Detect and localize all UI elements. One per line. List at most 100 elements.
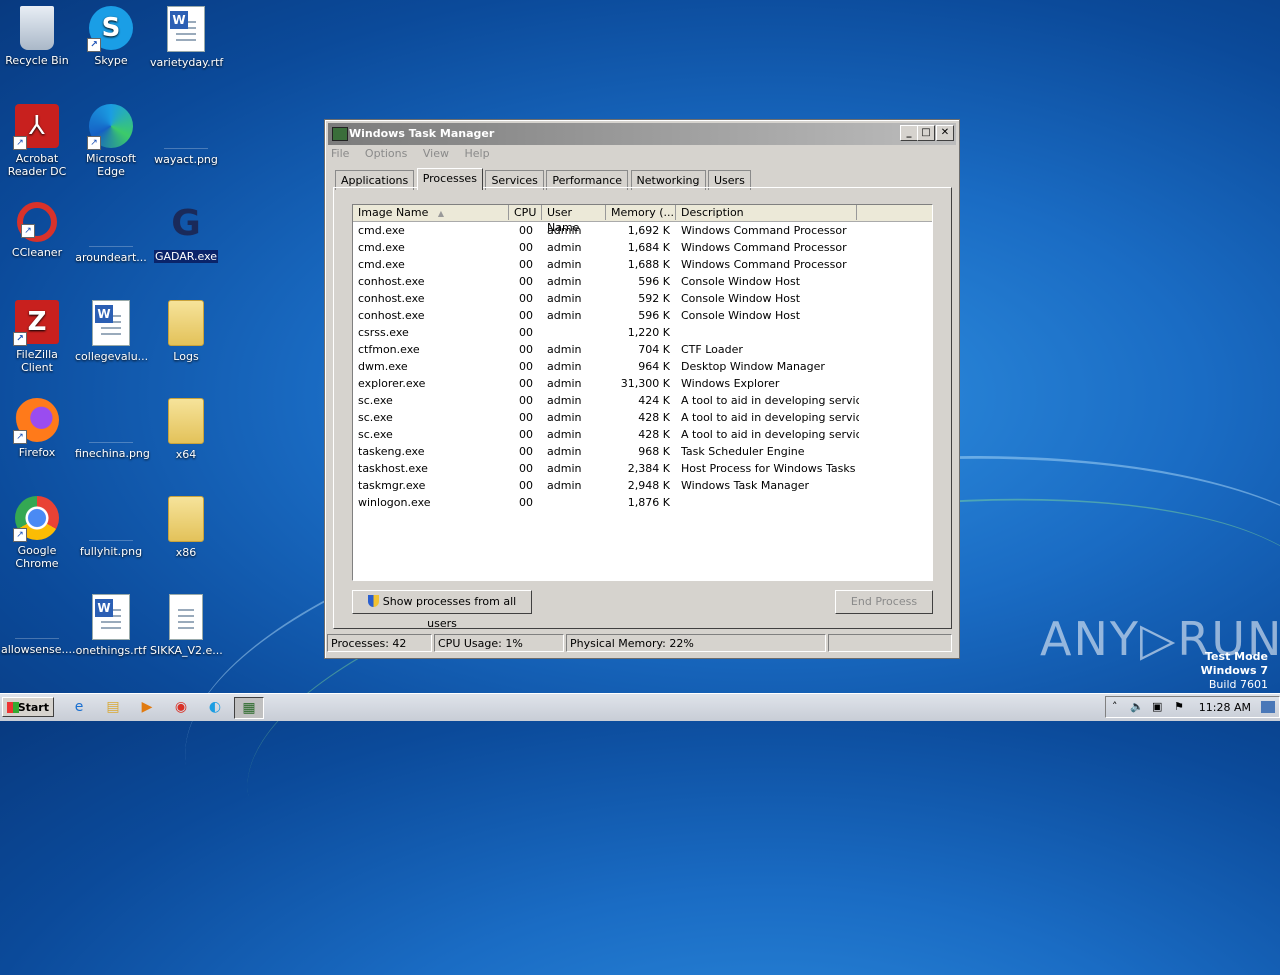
action-center-flag-icon[interactable]: ⚑ (1174, 700, 1184, 713)
cell-cpu: 00 (519, 360, 533, 373)
desktop-icon-aroundeart[interactable]: aroundeart... (74, 202, 148, 264)
table-row[interactable]: cmd.exe 00 admin 1,684 K Windows Command Pro… (353, 239, 932, 256)
ie-icon[interactable]: e (68, 697, 90, 717)
show-hidden-icons[interactable]: ˄ (1112, 700, 1118, 713)
show-desktop-icon[interactable] (1261, 701, 1275, 713)
skype-icon: S ↗ (87, 6, 133, 52)
list-header: Image Name ▲ CPU User Name Memory (... D… (353, 205, 932, 234)
cell-user: admin (547, 224, 582, 237)
cell-user: admin (547, 479, 582, 492)
desktop-icon-sikka[interactable]: SIKKA_V2.e... (149, 594, 223, 657)
cell-cpu: 00 (519, 428, 533, 441)
cell-cpu: 00 (519, 377, 533, 390)
media-player-icon[interactable]: ▶ (136, 697, 158, 717)
process-list[interactable]: Image Name ▲ CPU User Name Memory (... D… (352, 204, 933, 581)
explorer-icon[interactable]: ▤ (102, 697, 124, 717)
recycle-bin-icon (20, 6, 54, 50)
table-row[interactable]: cmd.exe 00 admin 1,688 K Windows Command Pro… (353, 256, 932, 273)
menu-options[interactable]: Options (365, 147, 407, 160)
desktop-icon-fullyhit[interactable]: fullyhit.png (74, 496, 148, 558)
table-row[interactable]: dwm.exe 00 admin 964 K Desktop Window Manage… (353, 358, 932, 375)
end-process-button[interactable]: End Process (835, 590, 933, 614)
cell-name: cmd.exe (358, 241, 405, 254)
windows-logo-icon (7, 702, 19, 713)
title-bar[interactable]: Windows Task Manager _ □ ✕ (328, 123, 956, 145)
edge-taskbar-icon[interactable]: ◐ (204, 697, 226, 717)
table-row[interactable]: taskeng.exe 00 admin 968 K Task Scheduler En… (353, 443, 932, 460)
column-cpu[interactable]: CPU (509, 205, 542, 220)
desktop-icon-skype[interactable]: S ↗ Skype (74, 6, 148, 67)
task-manager-taskbar-icon[interactable]: ▦ (234, 697, 264, 719)
desktop-icon-onethings[interactable]: W onethings.rtf (74, 594, 148, 657)
table-row[interactable]: ctfmon.exe 00 admin 704 K CTF Loader (353, 341, 932, 358)
table-row[interactable]: sc.exe 00 admin 424 K A tool to aid in devel… (353, 392, 932, 409)
desktop-icon-collegevalu[interactable]: W collegevalu... (74, 300, 148, 363)
cell-name: sc.exe (358, 428, 393, 441)
start-button[interactable]: Start (2, 697, 54, 717)
desktop-icon-logs[interactable]: Logs (149, 300, 223, 363)
table-row[interactable]: taskmgr.exe 00 admin 2,948 K Windows Task Ma… (353, 477, 932, 494)
table-row[interactable]: conhost.exe 00 admin 596 K Console Window Ho… (353, 307, 932, 324)
table-row[interactable]: taskhost.exe 00 admin 2,384 K Host Process f… (353, 460, 932, 477)
desktop-icon-acrobat[interactable]: ⅄ ↗ Acrobat Reader DC (0, 104, 74, 178)
desktop-icon-x86[interactable]: x86 (149, 496, 223, 559)
table-row[interactable]: conhost.exe 00 admin 592 K Console Window Ho… (353, 290, 932, 307)
minimize-button[interactable]: _ (900, 125, 918, 141)
cell-desc: Desktop Window Manager (681, 360, 825, 373)
clock[interactable]: 11:28 AM (1199, 701, 1251, 714)
cell-desc: Console Window Host (681, 275, 801, 288)
table-row[interactable]: cmd.exe 00 admin 1,692 K Windows Command Pro… (353, 222, 932, 239)
table-row[interactable]: sc.exe 00 admin 428 K A tool to aid in devel… (353, 409, 932, 426)
desktop-icon-gadar[interactable]: G GADAR.exe (149, 202, 223, 263)
network-icon[interactable]: ▣ (1152, 700, 1162, 713)
desktop-icon-edge[interactable]: ↗ Microsoft Edge (74, 104, 148, 178)
cell-user: admin (547, 428, 582, 441)
menu-file[interactable]: File (331, 147, 349, 160)
desktop-icon-filezilla[interactable]: Z ↗ FileZilla Client (0, 300, 74, 374)
table-row[interactable]: csrss.exe 00 1,220 K (353, 324, 932, 341)
column-description[interactable]: Description (676, 205, 857, 220)
chrome-taskbar-icon[interactable]: ◉ (170, 697, 192, 717)
cell-desc: A tool to aid in developing servic... (681, 411, 859, 424)
table-row[interactable]: conhost.exe 00 admin 596 K Console Window Ho… (353, 273, 932, 290)
cell-name: sc.exe (358, 394, 393, 407)
task-manager-window: Windows Task Manager _ □ ✕ File Options … (324, 119, 960, 659)
desktop-icon-ccleaner[interactable]: ↗ CCleaner (0, 202, 74, 259)
desktop-icon-allowsense[interactable]: allowsense.... (0, 594, 76, 656)
file-icon (169, 594, 203, 640)
show-all-users-button[interactable]: Show processes from all users (352, 590, 532, 630)
taskbar: Start e ▤ ▶ ◉ ◐ ▦ ˄ 🔈 ▣ ⚑ 11:28 AM (0, 693, 1280, 721)
word-document-icon: W (167, 6, 205, 52)
table-row[interactable]: sc.exe 00 admin 428 K A tool to aid in devel… (353, 426, 932, 443)
desktop-icon-recycle-bin[interactable]: Recycle Bin (0, 6, 74, 67)
menu-help[interactable]: Help (464, 147, 489, 160)
cell-mem: 424 K (638, 394, 670, 407)
close-button[interactable]: ✕ (936, 125, 954, 141)
cell-desc: Windows Task Manager (681, 479, 810, 492)
image-file-icon (89, 202, 133, 247)
column-memory[interactable]: Memory (... (606, 205, 676, 220)
cell-desc: CTF Loader (681, 343, 743, 356)
menu-view[interactable]: View (423, 147, 449, 160)
desktop-icon-wayact[interactable]: wayact.png (149, 104, 223, 166)
desktop-icon-varietyday[interactable]: W varietyday.rtf (149, 6, 223, 69)
table-row[interactable]: explorer.exe 00 admin 31,300 K Windows Explo… (353, 375, 932, 392)
desktop-icon-x64[interactable]: x64 (149, 398, 223, 461)
desktop-icon-firefox[interactable]: ↗ Firefox (0, 398, 74, 459)
edge-icon: ↗ (87, 104, 133, 150)
desktop-icon-chrome[interactable]: ↗ Google Chrome (0, 496, 74, 570)
column-image-name[interactable]: Image Name ▲ (353, 205, 509, 220)
cell-mem: 592 K (638, 292, 670, 305)
sort-ascending-icon: ▲ (437, 209, 445, 218)
maximize-button[interactable]: □ (917, 125, 935, 141)
cell-name: sc.exe (358, 411, 393, 424)
word-document-icon: W (92, 300, 130, 346)
column-user-name[interactable]: User Name (542, 205, 606, 234)
volume-icon[interactable]: 🔈 (1130, 700, 1144, 713)
desktop-icon-finechina[interactable]: finechina.png (74, 398, 150, 460)
test-mode-watermark: Test Mode Windows 7 Build 7601 (1200, 650, 1268, 691)
table-row[interactable]: winlogon.exe 00 1,876 K (353, 494, 932, 511)
cell-desc: Windows Command Processor (681, 224, 847, 237)
tab-processes[interactable]: Processes (416, 168, 483, 190)
cell-mem: 596 K (638, 275, 670, 288)
